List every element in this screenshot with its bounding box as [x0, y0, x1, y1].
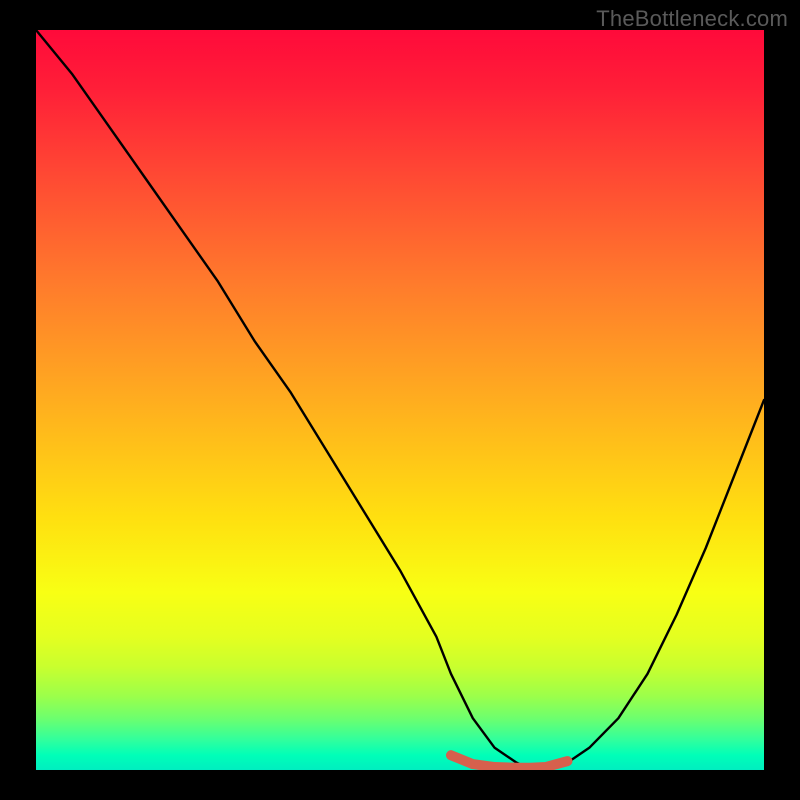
- plot-area: [36, 30, 764, 770]
- watermark-text: TheBottleneck.com: [596, 6, 788, 32]
- chart-frame: TheBottleneck.com: [0, 0, 800, 800]
- bottleneck-curve-path: [36, 30, 764, 770]
- curve-layer: [36, 30, 764, 770]
